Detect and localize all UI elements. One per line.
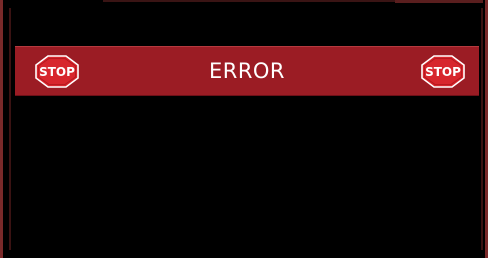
frame-left-divider <box>9 8 11 250</box>
error-banner: STOP ERROR STOP <box>15 46 479 96</box>
error-message-area <box>15 96 479 250</box>
frame-right-divider <box>481 8 483 250</box>
stop-sign-icon: STOP <box>421 55 465 88</box>
window-top-edge-accent <box>395 0 483 3</box>
stop-sign-right-graphic: STOP <box>421 55 465 88</box>
stop-sign-right-label: STOP <box>425 65 461 79</box>
window-top-edge <box>103 0 403 2</box>
error-title: ERROR <box>208 59 286 83</box>
error-dialog-window: STOP ERROR STOP <box>0 0 488 258</box>
